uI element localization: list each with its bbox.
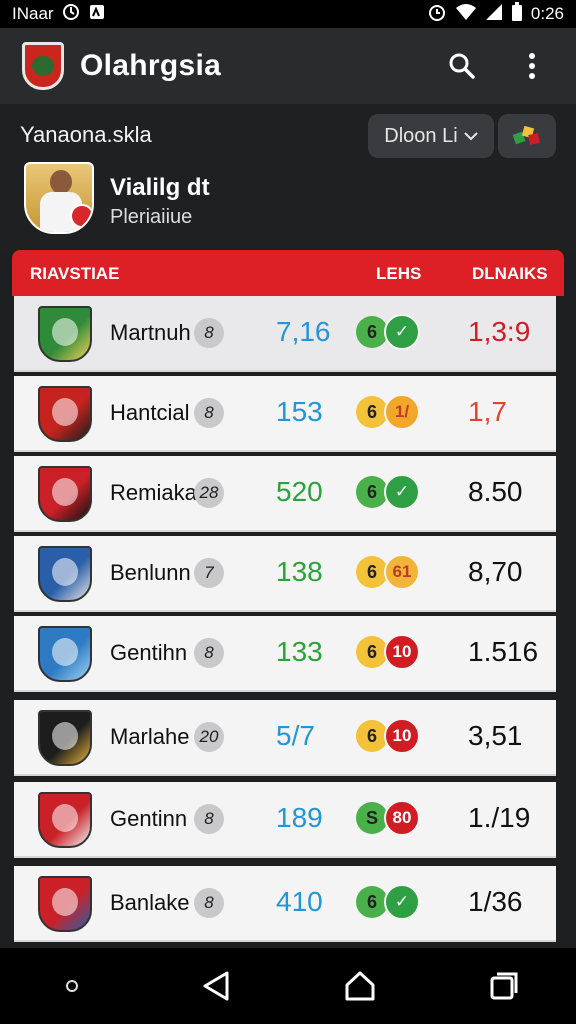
rank-badge: 7 — [194, 558, 224, 588]
team-crest-icon — [38, 792, 92, 848]
back-icon — [203, 971, 229, 1001]
column-header-score[interactable]: LEHS — [376, 264, 421, 284]
team-crest-icon — [38, 466, 92, 522]
rank-badge: 8 — [194, 318, 224, 348]
result-value: 8,70 — [468, 556, 523, 587]
result-value: 1/36 — [468, 886, 523, 917]
back-button[interactable] — [186, 956, 246, 1016]
table-row[interactable]: Benlunn 7 138 6 61 8,70 — [14, 536, 556, 612]
dropdown-label: Dloon Li — [384, 124, 458, 147]
team-name: Gentihn — [110, 640, 188, 665]
result-value: 1,3:9 — [468, 316, 531, 347]
subheader: Yanaona.skla Dloon Li Vialilg dt Pleriai… — [0, 104, 576, 252]
player-subtitle: Pleriaiiue — [110, 206, 193, 228]
clock: 0:26 — [530, 4, 564, 23]
result-value: 1./19 — [468, 802, 531, 833]
team-name: Martnuh — [110, 320, 191, 345]
overview-button[interactable] — [474, 956, 534, 1016]
team-crest-icon — [38, 626, 92, 682]
check-icon: ✓ — [384, 884, 420, 920]
overview-icon — [490, 972, 518, 1000]
alarm-icon — [88, 3, 106, 26]
form-badge-secondary: 10 — [384, 718, 420, 754]
form-badge-secondary: 61 — [384, 554, 420, 590]
player-avatar[interactable] — [24, 162, 94, 234]
chevron-down-icon — [463, 132, 478, 141]
table-row[interactable]: Hantcial 8 153 6 1/1,7 — [14, 376, 556, 452]
app-title: Olahrgsia — [80, 49, 222, 82]
score-value: 520 — [276, 476, 323, 507]
battery-icon — [511, 1, 523, 27]
result-value: 1,7 — [468, 396, 507, 427]
form-badge-secondary: 1/ — [384, 394, 420, 430]
recents-dot-icon — [66, 980, 78, 992]
rank-badge: 8 — [194, 638, 224, 668]
team-name: Marlahe — [110, 724, 190, 749]
rank-badge: 28 — [194, 478, 224, 508]
puzzle-icon — [512, 125, 540, 145]
score-value: 133 — [276, 636, 323, 667]
carrier-label: INaar — [12, 4, 54, 23]
home-icon — [345, 971, 375, 1001]
team-name: Benlunn — [110, 560, 191, 585]
team-name: Banlake — [110, 890, 190, 915]
sync-icon — [62, 3, 80, 26]
score-value: 138 — [276, 556, 323, 587]
table-row[interactable]: Martnuh 8 7,16 6 ✓ 1,3:9 — [14, 296, 556, 372]
app-bar: Olahrgsia — [0, 28, 576, 104]
table-row[interactable]: Banlake 8 410 6 ✓ 1/36 — [14, 866, 556, 942]
table-row[interactable]: Remiaka 28 520 6 ✓ 8.50 — [14, 456, 556, 532]
rank-badge: 20 — [194, 722, 224, 752]
table-row[interactable]: Gentinn 8 189 S 80 1./19 — [14, 782, 556, 858]
table-row[interactable]: Marlahe 20 5/7 6 10 3,51 — [14, 700, 556, 776]
more-vert-icon — [529, 53, 535, 79]
form-badge-secondary: 80 — [384, 800, 420, 836]
result-value: 1.516 — [468, 636, 539, 667]
team-crest-icon — [38, 386, 92, 442]
result-value: 3,51 — [468, 720, 523, 751]
ball-icon — [70, 204, 92, 228]
table-row[interactable]: Gentihn 8 133 6 10 1.516 — [14, 616, 556, 692]
status-bar: INaar 0:26 — [0, 0, 576, 28]
column-header-team[interactable]: RIAVSTIAE — [30, 264, 119, 284]
system-nav-bar — [0, 948, 576, 1024]
home-button[interactable] — [330, 956, 390, 1016]
team-name: Gentinn — [110, 806, 188, 831]
team-crest-icon — [38, 710, 92, 766]
team-crest-icon — [38, 546, 92, 602]
search-icon — [449, 53, 475, 79]
team-crest-icon — [38, 876, 92, 932]
team-crest-icon — [38, 306, 92, 362]
check-icon: ✓ — [384, 474, 420, 510]
column-header-result[interactable]: DLNAIKS — [472, 264, 548, 284]
signal-icon — [485, 3, 503, 26]
team-name: Remiaka — [110, 480, 197, 505]
check-icon: ✓ — [384, 314, 420, 350]
score-value: 7,16 — [276, 316, 331, 347]
app-logo — [22, 42, 64, 90]
result-value: 8.50 — [468, 476, 523, 507]
score-value: 5/7 — [276, 720, 315, 751]
alarm-clock-icon — [427, 2, 447, 27]
recents-dot-button[interactable] — [42, 956, 102, 1016]
section-title: Yanaona.skla — [20, 122, 152, 147]
score-value: 410 — [276, 886, 323, 917]
rank-badge: 8 — [194, 804, 224, 834]
score-value: 153 — [276, 396, 323, 427]
more-options-button[interactable] — [510, 44, 554, 88]
rank-badge: 8 — [194, 398, 224, 428]
search-button[interactable] — [440, 44, 484, 88]
share-button[interactable] — [498, 114, 556, 158]
score-value: 189 — [276, 802, 323, 833]
form-badge-secondary: 10 — [384, 634, 420, 670]
team-name: Hantcial — [110, 400, 190, 425]
wifi-icon — [455, 3, 477, 26]
rank-badge: 8 — [194, 888, 224, 918]
table-header: RIAVSTIAE LEHS DLNAIKS — [12, 250, 564, 296]
filter-dropdown[interactable]: Dloon Li — [368, 114, 494, 158]
player-name: Vialilg dt — [110, 174, 210, 201]
